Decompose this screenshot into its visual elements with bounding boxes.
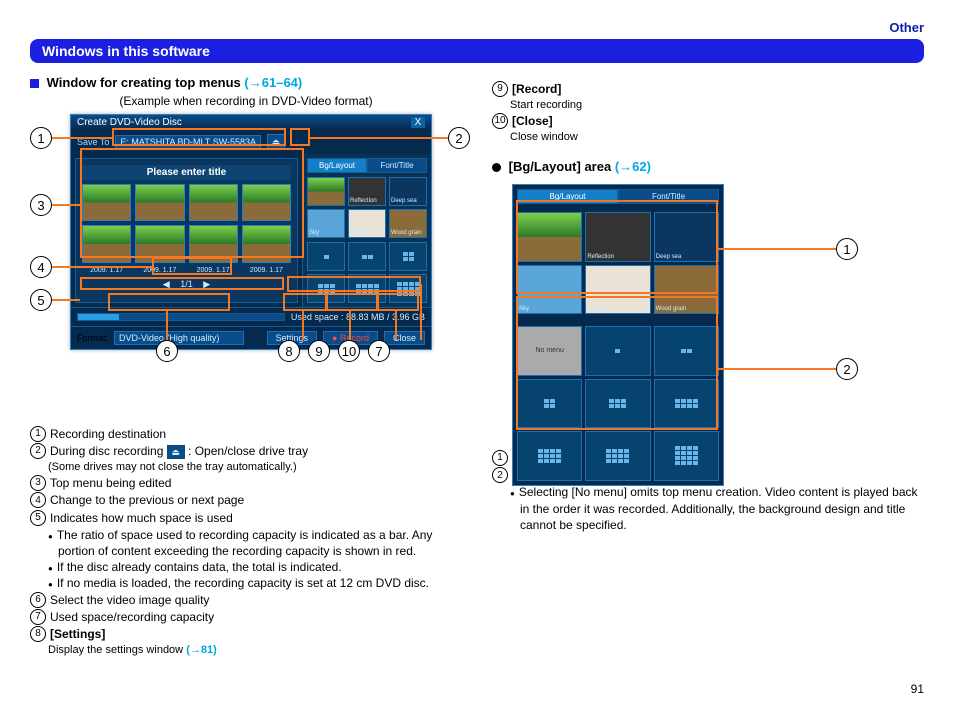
layout-option[interactable] [389, 242, 427, 271]
menu-thumb[interactable]: 2009. 1.17 [189, 184, 238, 221]
right-heading-text: [Bg/Layout] area [509, 159, 612, 174]
left-heading-text: Window for creating top menus [47, 75, 241, 90]
nav-next-icon[interactable]: ▶ [203, 279, 210, 289]
bg-option[interactable]: Reflection [585, 212, 650, 261]
layout-option[interactable] [307, 242, 345, 271]
right-heading-link[interactable]: (→62) [615, 159, 651, 174]
callout-6: 6 [156, 340, 178, 362]
layout-option[interactable] [348, 242, 386, 271]
dot-bullet [492, 163, 501, 172]
layout-grid-r: No menu [517, 326, 719, 481]
menu-thumbnails: 2009. 1.172009. 1.172009. 1.172009. 1.17… [82, 184, 291, 263]
figure-main: Create DVD-Video Disc X Save To E: MATSH… [30, 114, 462, 414]
menu-thumb[interactable]: 2009. 1.17 [82, 184, 131, 221]
callout-1: 1 [30, 127, 112, 149]
bglayout-window: Bg/Layout Font/Title ReflectionDeep sea S… [512, 184, 724, 486]
bg-grid: ReflectionDeep sea SkyCottonWood grain [307, 177, 427, 238]
callout-9: 9 [308, 340, 330, 362]
preview-area: Please enter title 2009. 1.172009. 1.172… [75, 158, 298, 303]
category-label: Other [30, 20, 924, 35]
eject-icon[interactable] [267, 134, 285, 150]
left-heading-link[interactable]: (→61–64) [244, 75, 302, 90]
bg-option[interactable]: Reflection [348, 177, 386, 206]
menu-thumb[interactable]: 2009. 1.17 [242, 225, 291, 262]
layout-option[interactable] [585, 431, 650, 480]
bg-option[interactable]: Sky [517, 265, 582, 314]
callout-2: 2 [308, 127, 470, 149]
tab-bglayout-r[interactable]: Bg/Layout [517, 189, 618, 204]
layout-option[interactable]: No menu [517, 326, 582, 375]
right-heading: [Bg/Layout] area (→62) [492, 159, 924, 174]
bg-option[interactable]: Cotton [585, 265, 650, 314]
figure-bglayout: Bg/Layout Font/Title ReflectionDeep sea S… [492, 178, 924, 438]
layout-option[interactable] [654, 379, 719, 429]
layout-option[interactable] [654, 326, 719, 376]
layout-option[interactable] [517, 431, 582, 480]
layout-option[interactable] [307, 274, 345, 303]
callout-r1: 1 [716, 238, 858, 260]
bg-option[interactable]: Sky [307, 209, 345, 238]
bg-option[interactable]: Cotton [348, 209, 386, 238]
tab-fonttitle-r[interactable]: Font/Title [618, 189, 719, 204]
layout-option[interactable] [654, 431, 719, 481]
eject-icon [167, 445, 185, 459]
page-nav[interactable]: ◀ 1/1 ▶ [82, 279, 291, 290]
menu-thumb[interactable]: 2009. 1.17 [242, 184, 291, 221]
bg-option[interactable]: Deep sea [389, 177, 427, 206]
section-title: Windows in this software [30, 39, 924, 63]
bg-option[interactable]: Deep sea [654, 212, 719, 262]
bg-grid-r: ReflectionDeep sea SkyCottonWood grain [517, 212, 719, 314]
nav-prev-icon[interactable]: ◀ [163, 279, 170, 289]
example-note: (Example when recording in DVD-Video for… [30, 94, 462, 108]
nav-page: 1/1 [180, 279, 193, 289]
callout-10: 10 [338, 340, 360, 362]
page-number: 91 [30, 682, 924, 696]
bg-option[interactable]: Wood grain [654, 265, 719, 315]
tab-fonttitle[interactable]: Font/Title [367, 158, 427, 173]
callout-5: 5 [30, 289, 80, 311]
menu-thumb[interactable]: 2009. 1.17 [189, 225, 238, 262]
callout-4: 4 [30, 256, 152, 278]
layout-option[interactable] [585, 379, 650, 428]
callout-r2: 2 [716, 358, 858, 380]
bg-option[interactable]: Wood grain [389, 209, 427, 238]
left-descriptions: 1Recording destination2During disc recor… [30, 426, 462, 658]
left-heading: Window for creating top menus (→61–64) [30, 75, 462, 90]
callout-8: 8 [278, 340, 300, 362]
menu-title-input[interactable]: Please enter title [82, 165, 291, 180]
callout-3: 3 [30, 194, 80, 216]
callout-7: 7 [368, 340, 390, 362]
right-cont-desc: 9[Record]Start recording 10[Close]Close … [492, 81, 924, 145]
menu-thumb[interactable]: 2009. 1.17 [135, 184, 184, 221]
layout-option[interactable] [585, 326, 650, 375]
xref-link[interactable]: (→81) [186, 644, 217, 656]
right-column: 9[Record]Start recording 10[Close]Close … [492, 75, 924, 658]
bg-option[interactable] [307, 177, 345, 206]
space-bar [77, 313, 285, 321]
left-column: Window for creating top menus (→61–64) (… [30, 75, 462, 658]
layout-option[interactable] [517, 379, 582, 428]
bg-option[interactable] [517, 212, 582, 261]
square-bullet [30, 79, 39, 88]
tab-bglayout[interactable]: Bg/Layout [307, 158, 367, 173]
drive-select[interactable]: E: MATSHITA BD-MLT SW-5583A [115, 135, 261, 149]
